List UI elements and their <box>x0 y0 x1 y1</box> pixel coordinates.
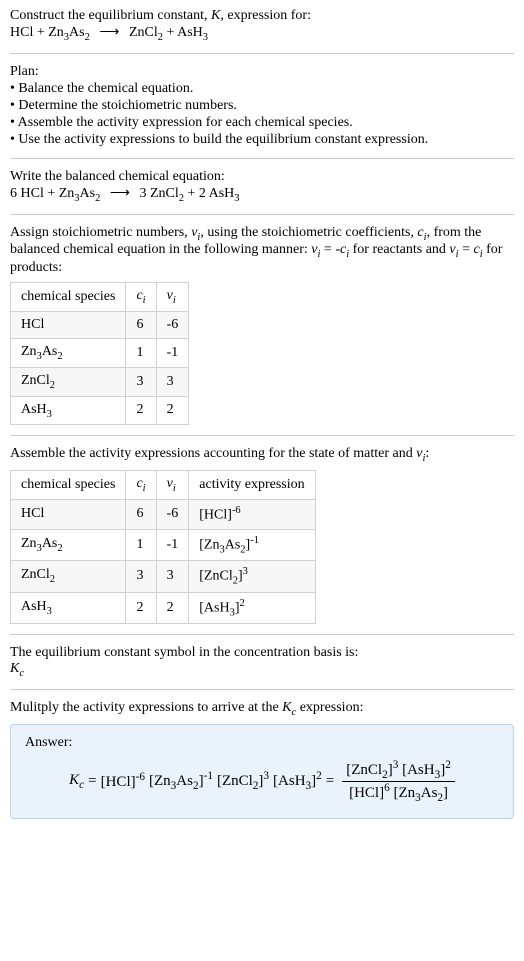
col-activity: activity expression <box>189 471 315 500</box>
balanced-section: Write the balanced chemical equation: 6 … <box>10 169 514 204</box>
table-row: ZnCl2 3 3 <box>11 367 189 396</box>
divider <box>10 158 514 159</box>
table-row: AsH3 2 2 <box>11 396 189 425</box>
plan-title: Plan: <box>10 64 514 80</box>
divider <box>10 435 514 436</box>
assign-text: Assign stoichiometric numbers, νi, using… <box>10 225 514 277</box>
plan-section: Plan: • Balance the chemical equation. •… <box>10 64 514 148</box>
kc-symbol-section: The equilibrium constant symbol in the c… <box>10 645 514 679</box>
construct-line: Construct the equilibrium constant, K, e… <box>10 8 514 24</box>
balanced-equation: 6 HCl + Zn3As2 ⟶ 3 ZnCl2 + 2 AsH3 <box>10 185 514 204</box>
table-row: Zn3As2 1 -1 <box>11 338 189 367</box>
divider <box>10 214 514 215</box>
table-row: HCl 6 -6 <box>11 311 189 338</box>
kc-expression: Kc = [HCl]-6 [Zn3As2]-1 [ZnCl2]3 [AsH3]2… <box>25 759 499 804</box>
divider <box>10 689 514 690</box>
table-row: HCl 6 -6 [HCl]-6 <box>11 499 316 529</box>
assign-section: Assign stoichiometric numbers, νi, using… <box>10 225 514 426</box>
prompt-header: Construct the equilibrium constant, K, e… <box>10 8 514 43</box>
table-header-row: chemical species ci νi activity expressi… <box>11 471 316 500</box>
balanced-title: Write the balanced chemical equation: <box>10 169 514 185</box>
activity-text: Assemble the activity expressions accoun… <box>10 446 514 464</box>
plan-bullet-2: • Determine the stoichiometric numbers. <box>10 98 514 114</box>
divider <box>10 634 514 635</box>
activity-table: chemical species ci νi activity expressi… <box>10 470 316 624</box>
answer-title: Answer: <box>25 735 499 751</box>
col-ci: ci <box>126 471 156 500</box>
table-row: AsH3 2 2 [AsH3]2 <box>11 592 316 623</box>
multiply-text: Mulitply the activity expressions to arr… <box>10 700 514 718</box>
table-row: Zn3As2 1 -1 [Zn3As2]-1 <box>11 529 316 560</box>
col-vi: νi <box>156 283 189 312</box>
col-ci: ci <box>126 283 156 312</box>
answer-box: Answer: Kc = [HCl]-6 [Zn3As2]-1 [ZnCl2]3… <box>10 724 514 819</box>
col-species: chemical species <box>11 283 126 312</box>
multiply-section: Mulitply the activity expressions to arr… <box>10 700 514 819</box>
table-row: ZnCl2 3 3 [ZnCl2]3 <box>11 561 316 592</box>
col-vi: νi <box>156 471 189 500</box>
plan-bullet-4: • Use the activity expressions to build … <box>10 132 514 148</box>
col-species: chemical species <box>11 471 126 500</box>
divider <box>10 53 514 54</box>
kc-symbol-text: The equilibrium constant symbol in the c… <box>10 645 514 661</box>
plan-bullet-3: • Assemble the activity expression for e… <box>10 115 514 131</box>
unbalanced-equation: HCl + Zn3As2 ⟶ ZnCl2 + AsH3 <box>10 24 514 43</box>
plan-bullet-1: • Balance the chemical equation. <box>10 81 514 97</box>
stoich-table: chemical species ci νi HCl 6 -6 Zn3As2 1… <box>10 282 189 425</box>
table-header-row: chemical species ci νi <box>11 283 189 312</box>
activity-section: Assemble the activity expressions accoun… <box>10 446 514 624</box>
kc-symbol: Kc <box>10 661 514 679</box>
